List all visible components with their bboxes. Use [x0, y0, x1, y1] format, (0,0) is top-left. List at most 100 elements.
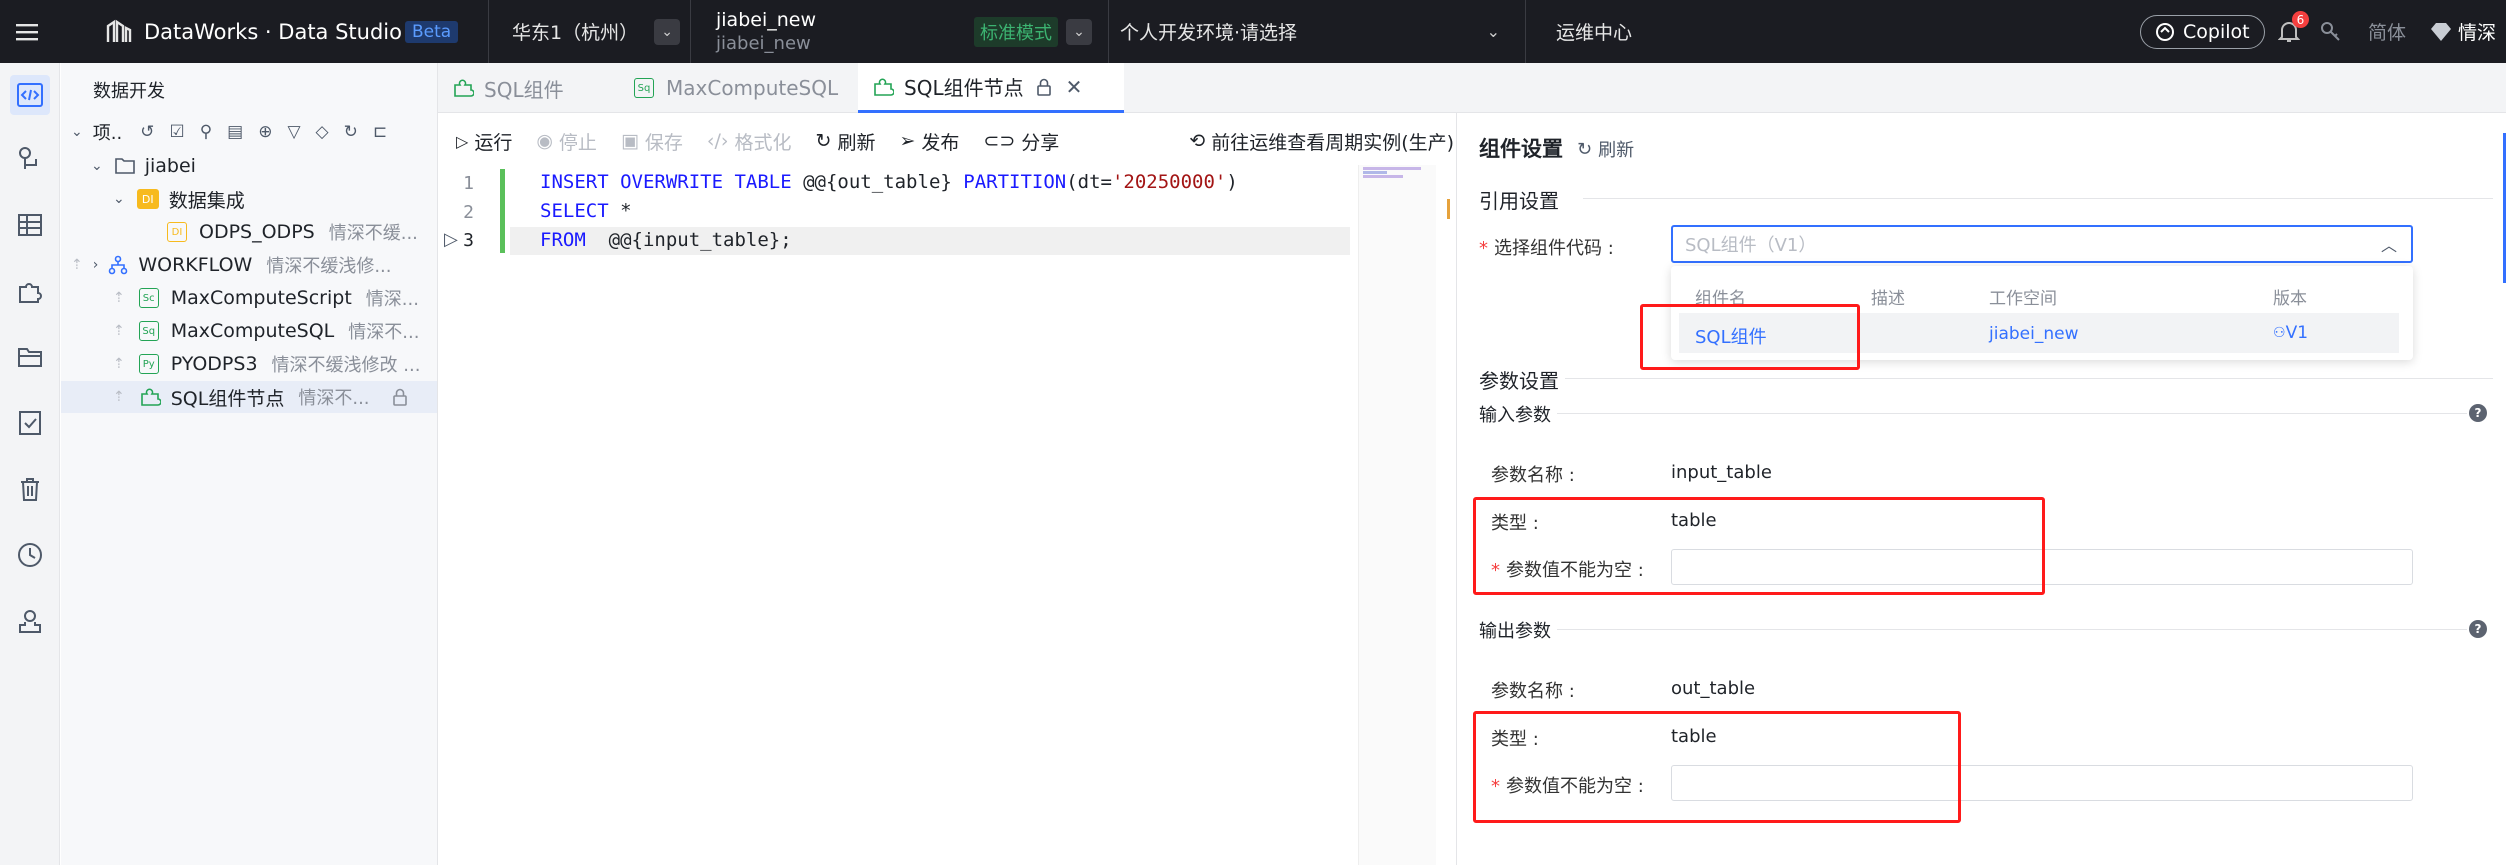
tree-item-sql-component-node[interactable]: ⇡ SQL组件节点 情深不... [61, 381, 437, 413]
code-line-3: FROM @@{input_table}; [540, 229, 792, 251]
tree-item-jiabei[interactable]: ⌄ jiabei [61, 150, 437, 182]
lineage-icon[interactable] [10, 139, 50, 179]
share-button[interactable]: ⊂⊃ 分享 [983, 128, 1059, 155]
overview-ruler [1438, 199, 1450, 219]
code-text: ) [1226, 171, 1238, 193]
tag-icon[interactable]: ◇ [316, 122, 329, 142]
select-placeholder: SQL组件（V1） [1685, 235, 1817, 256]
minimap[interactable] [1358, 165, 1436, 865]
chevron-up-icon: ︿ [2380, 236, 2397, 255]
table-icon[interactable] [10, 205, 50, 245]
puzzle-icon[interactable] [10, 271, 50, 311]
dev-env-selector[interactable]: 个人开发环境·请选择 ⌄ [1120, 0, 1500, 63]
run-line-icon[interactable]: ▷ [444, 229, 458, 250]
target-icon[interactable]: ⊕ [258, 122, 272, 142]
tree-root-row: ⌄ 项.. ↺ ☑ ⚲ ▤ ⊕ ▽ ◇ ↻ ⊏ [61, 116, 437, 148]
di-node-icon: DI [167, 222, 187, 242]
tree-item-pyodps3[interactable]: ⇡ Py PYODPS3 情深不缓浅修改 ... [61, 348, 437, 380]
dropdown-row-version: ⚇ V1 [2273, 323, 2308, 343]
help-icon[interactable]: ? [2469, 404, 2487, 422]
trash-icon[interactable] [10, 469, 50, 509]
code-text: * [608, 200, 632, 222]
line-number: 1 [463, 173, 474, 194]
filter-icon[interactable]: ▽ [287, 122, 300, 142]
checklist-icon[interactable] [10, 403, 50, 443]
goto-ops-button[interactable]: ⟲ 前往运维查看周期实例(生产) ⌄ [1189, 128, 1472, 155]
tree-item-owner: 情深不... [348, 322, 420, 343]
tree-item-owner: 情深不缓浅修改 ... [271, 355, 421, 376]
tree-root-label[interactable]: 项.. [93, 119, 122, 145]
highlight-box-component [1640, 304, 1860, 370]
user-stamp-icon[interactable] [10, 601, 50, 641]
tab-label: SQL组件 [484, 77, 564, 102]
chevron-down-icon[interactable]: ⌄ [91, 158, 103, 174]
tree-item-maxcomputesql[interactable]: ⇡ Sq MaxComputeSQL 情深不... [61, 315, 437, 347]
sql-node-icon: Sq [634, 78, 654, 98]
tree-item-label: MaxComputeScript [170, 287, 352, 309]
input-params-title: 输入参数 [1479, 405, 1551, 426]
clock-icon[interactable] [10, 535, 50, 575]
help-icon[interactable]: ? [2469, 620, 2487, 638]
refresh-button[interactable]: ↻ 刷新 [816, 128, 876, 155]
folder-icon[interactable] [10, 337, 50, 377]
app-title: DataWorks · Data Studio [144, 19, 402, 44]
publish-button[interactable]: ➢ 发布 [899, 128, 959, 155]
data-integration-folder-icon: DI [136, 189, 159, 209]
tree-item-data-integration[interactable]: ⌄ DI 数据集成 [61, 183, 437, 215]
editor-toolbar: ▷ 运行 ◉ 停止 ▣ 保存 ‹/› 格式化 ↻ 刷新 ➢ 发布 ⊂⊃ 分享 ⟲… [438, 113, 1473, 169]
save-icon: ▣ [620, 130, 639, 152]
run-button[interactable]: ▷ 运行 [456, 128, 512, 155]
notification-bell[interactable]: 6 [2278, 0, 2309, 63]
refresh-icon: ↻ [1577, 138, 1593, 160]
chevron-down-icon[interactable]: ⌄ [1066, 18, 1092, 45]
language-switch[interactable]: 简体 [2368, 0, 2406, 63]
sc-node-icon: Sc [138, 288, 159, 308]
tree-item-maxcomputescript[interactable]: ⇡ Sc MaxComputeScript 情深... [61, 282, 437, 314]
undo-icon[interactable]: ↺ [140, 122, 154, 142]
folder-icon [114, 158, 135, 174]
stop-label: 停止 [558, 131, 597, 154]
search-icon[interactable]: ⚲ [200, 122, 212, 142]
refresh-label: 刷新 [837, 131, 876, 154]
close-icon[interactable]: ✕ [1066, 75, 1083, 99]
more-icon[interactable]: ⊏ [373, 122, 387, 142]
dropdown-header-desc: 描述 [1871, 289, 1905, 309]
tab-maxcomputesql[interactable]: Sq MaxComputeSQL [634, 63, 838, 113]
document-icon[interactable]: ▤ [227, 122, 243, 142]
stop-button[interactable]: ◉ 停止 [536, 128, 597, 155]
key-icon[interactable] [2320, 0, 2342, 63]
code-editor[interactable]: 1 2 3 ▷ INSERT OVERWRITE TABLE @@{out_ta… [438, 165, 1450, 865]
tree-item-workflow[interactable]: ⇡ › WORKFLOW 情深不缓浅修... [61, 249, 437, 281]
workspace-selector[interactable]: jiabei_new jiabei_new [716, 0, 816, 63]
tab-sql-component[interactable]: SQL组件 [452, 63, 564, 113]
copilot-button[interactable]: Copilot [2140, 14, 2265, 49]
save-button[interactable]: ▣ 保存 [621, 128, 683, 155]
dropdown-header-version: 版本 [2273, 289, 2307, 309]
code-text: @@{out_table} [791, 171, 964, 193]
format-button[interactable]: ‹/› 格式化 [707, 128, 792, 155]
chevron-right-icon[interactable]: › [93, 257, 99, 273]
tree-item-label: 数据集成 [168, 189, 245, 212]
tree-item-label: PYODPS3 [170, 353, 258, 375]
select-component-label-text: 选择组件代码 : [1494, 238, 1614, 259]
format-label: 格式化 [734, 131, 792, 154]
select-component-dropdown[interactable]: SQL组件（V1） ︿ [1671, 225, 2413, 263]
chevron-down-icon[interactable]: ⌄ [113, 191, 125, 207]
menu-icon[interactable] [16, 0, 40, 63]
user-menu[interactable]: 情深 [2430, 0, 2496, 63]
copilot-label: Copilot [2183, 20, 2250, 43]
code-icon[interactable] [10, 75, 50, 115]
refresh-icon[interactable]: ↻ [344, 122, 358, 142]
tree-header: 数据开发 [93, 81, 165, 102]
checkbox-list-icon[interactable]: ☑ [169, 122, 184, 142]
beta-badge: Beta [405, 20, 459, 43]
highlight-box-output-param [1473, 711, 1961, 823]
ops-center-link[interactable]: 运维中心 [1556, 0, 1632, 63]
chevron-down-icon[interactable]: ⌄ [71, 124, 83, 140]
tab-sql-component-node[interactable]: SQL组件节点 ✕ [858, 63, 1124, 113]
tree-item-odps-odps[interactable]: DI ODPS_ODPS 情深不缓... [61, 216, 437, 248]
code-keyword: FROM [540, 229, 586, 251]
panel-refresh-button[interactable]: ↻ 刷新 [1577, 136, 1634, 162]
panel-refresh-label: 刷新 [1598, 140, 1635, 161]
region-selector[interactable]: 华东1（杭州） ⌄ [512, 0, 681, 63]
